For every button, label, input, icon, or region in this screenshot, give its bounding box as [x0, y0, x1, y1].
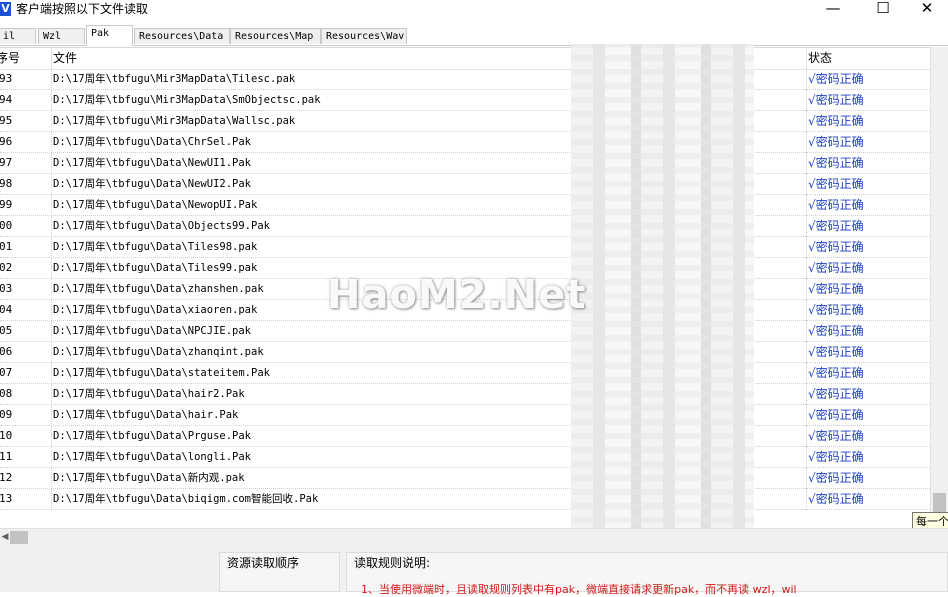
row-number: 09	[0, 408, 13, 421]
row-status: √密码正确	[808, 156, 864, 170]
table-row[interactable]: 10 D:\17周年\tbfugu\Data\Prguse.Pak √密码正确	[0, 426, 930, 447]
row-number: 05	[0, 324, 13, 337]
row-status: √密码正确	[808, 219, 864, 233]
row-status: √密码正确	[808, 261, 864, 275]
table-row[interactable]: 93 D:\17周年\tbfugu\Mir3MapData\Tilesc.pak √…	[0, 69, 930, 90]
row-number: 94	[0, 93, 13, 106]
row-status: √密码正确	[808, 429, 864, 443]
row-number: 03	[0, 282, 13, 295]
tab-resources-wav[interactable]: Resources\Wav	[321, 28, 407, 44]
table-row[interactable]: 01 D:\17周年\tbfugu\Data\Tiles98.pak √密码正确	[0, 237, 930, 258]
row-status: √密码正确	[808, 345, 864, 359]
row-status: √密码正确	[808, 471, 864, 485]
tab-resources-data[interactable]: Resources\Data	[134, 28, 230, 44]
row-status: √密码正确	[808, 324, 864, 338]
table-row[interactable]: 97 D:\17周年\tbfugu\Data\NewUI1.Pak √密码正确	[0, 153, 930, 174]
table-row[interactable]: 98 D:\17周年\tbfugu\Data\NewUI2.Pak √密码正确	[0, 174, 930, 195]
table-row[interactable]: 12 D:\17周年\tbfugu\Data\新内观.pak √密码正确	[0, 468, 930, 489]
table-row[interactable]: 07 D:\17周年\tbfugu\Data\stateitem.Pak √密码正确	[0, 363, 930, 384]
table-row[interactable]: 00 D:\17周年\tbfugu\Data\Objects99.Pak √密码正确	[0, 216, 930, 237]
table-row[interactable]: 99 D:\17周年\tbfugu\Data\NewopUI.Pak √密码正确	[0, 195, 930, 216]
row-number: 01	[0, 240, 13, 253]
row-number: 13	[0, 492, 13, 505]
table-row[interactable]: 05 D:\17周年\tbfugu\Data\NPCJIE.pak √密码正确	[0, 321, 930, 342]
watermark: HaoM2.Net	[327, 272, 587, 318]
table-row[interactable]: 06 D:\17周年\tbfugu\Data\zhanqint.pak √密码正确	[0, 342, 930, 363]
table-row[interactable]: 11 D:\17周年\tbfugu\Data\longli.Pak √密码正确	[0, 447, 930, 468]
horizontal-scrollbar[interactable]: ◀	[0, 528, 948, 546]
scroll-left-arrow-icon[interactable]: ◀	[0, 531, 10, 544]
row-status: √密码正确	[808, 114, 864, 128]
read-order-panel: 资源读取顺序	[219, 552, 340, 592]
column-header-status[interactable]: 状态	[806, 48, 930, 69]
tab-bar: il Wzl Pak Resources\Data Resources\Map …	[0, 25, 948, 46]
table-row[interactable]: 13 D:\17周年\tbfugu\Data\biqigm.com智能回收.Pak…	[0, 489, 930, 510]
row-number: 97	[0, 156, 13, 169]
table-row[interactable]: 95 D:\17周年\tbfugu\Mir3MapData\Wallsc.pak √…	[0, 111, 930, 132]
table-row[interactable]: 08 D:\17周年\tbfugu\Data\hair2.Pak √密码正确	[0, 384, 930, 405]
row-number: 12	[0, 471, 13, 484]
row-status: √密码正确	[808, 198, 864, 212]
row-number: 95	[0, 114, 13, 127]
tab-il[interactable]: il	[0, 28, 36, 44]
row-status: √密码正确	[808, 387, 864, 401]
table-row[interactable]: 96 D:\17周年\tbfugu\Data\ChrSel.Pak √密码正确	[0, 132, 930, 153]
read-order-title: 资源读取顺序	[227, 556, 300, 570]
row-number: 93	[0, 72, 13, 85]
row-status: √密码正确	[808, 72, 864, 86]
row-status: √密码正确	[808, 93, 864, 107]
list-header: 序号 文件 状态	[0, 48, 930, 70]
row-number: 08	[0, 387, 13, 400]
row-number: 00	[0, 219, 13, 232]
row-status: √密码正确	[808, 240, 864, 254]
row-status: √密码正确	[808, 492, 864, 506]
maximize-button[interactable]: ☐	[860, 0, 906, 19]
row-status: √密码正确	[808, 408, 864, 422]
title-bar: V 客户端按照以下文件读取 — ☐ ✕	[0, 0, 948, 19]
app-icon: V	[0, 2, 11, 16]
row-number: 07	[0, 366, 13, 379]
rule-text: 1、当使用微端时，且读取规则列表中有pak，微端直接请求更新pak，而不再读 w…	[361, 583, 797, 596]
vertical-scroll-thumb[interactable]	[933, 493, 946, 513]
window-title: 客户端按照以下文件读取	[16, 2, 149, 16]
rules-panel: 读取规则说明: 1、当使用微端时，且读取规则列表中有pak，微端直接请求更新pa…	[346, 552, 948, 596]
blurred-region	[571, 44, 754, 531]
row-status: √密码正确	[808, 303, 864, 317]
row-status: √密码正确	[808, 177, 864, 191]
tab-resources-map[interactable]: Resources\Map	[230, 28, 321, 44]
horizontal-scroll-thumb[interactable]	[10, 531, 28, 544]
row-status: √密码正确	[808, 450, 864, 464]
bottom-area: 资源读取顺序 读取规则说明: 1、当使用微端时，且读取规则列表中有pak，微端直…	[0, 546, 948, 596]
column-header-number[interactable]: 序号	[0, 48, 51, 69]
row-number: 04	[0, 303, 13, 316]
row-number: 99	[0, 198, 13, 211]
row-number: 98	[0, 177, 13, 190]
row-status: √密码正确	[808, 282, 864, 296]
tab-pak[interactable]: Pak	[86, 25, 133, 46]
row-number: 06	[0, 345, 13, 358]
table-row[interactable]: 09 D:\17周年\tbfugu\Data\hair.Pak √密码正确	[0, 405, 930, 426]
row-number: 10	[0, 429, 13, 442]
table-row[interactable]: 94 D:\17周年\tbfugu\Mir3MapData\SmObjectsc.…	[0, 90, 930, 111]
close-button[interactable]: ✕	[904, 0, 948, 19]
row-status: √密码正确	[808, 135, 864, 149]
row-number: 96	[0, 135, 13, 148]
row-status: √密码正确	[808, 366, 864, 380]
minimize-button[interactable]: —	[810, 0, 856, 19]
row-number: 02	[0, 261, 13, 274]
tab-wzl[interactable]: Wzl	[38, 28, 85, 44]
rules-title: 读取规则说明:	[354, 556, 431, 570]
row-number: 11	[0, 450, 13, 463]
vertical-scrollbar[interactable]	[930, 47, 948, 528]
